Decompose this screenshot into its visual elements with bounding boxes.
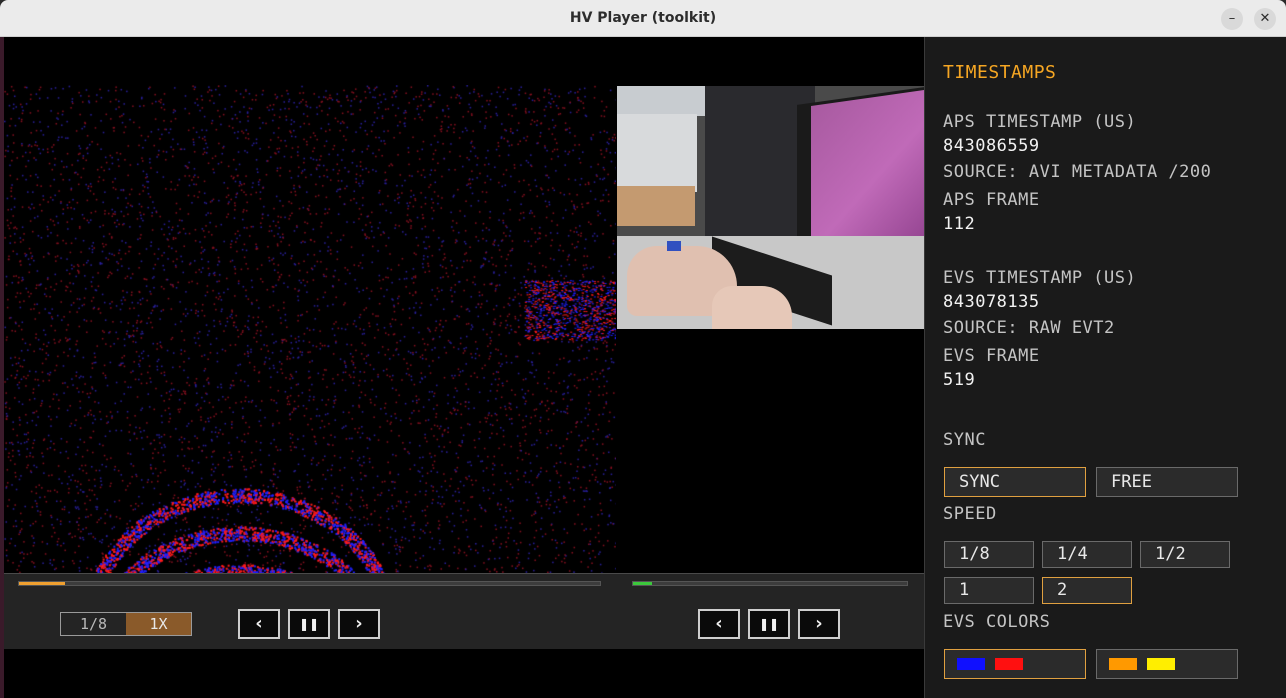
- evs-colors-heading: EVS COLORS: [943, 612, 1051, 632]
- chevron-right-icon: ›: [355, 613, 363, 634]
- bottom-spacer: [4, 649, 924, 698]
- playback-controls: 1/8 1X ‹ ❚❚ › ‹ ❚❚ ›: [4, 573, 924, 649]
- evs-next-frame-button[interactable]: ›: [798, 609, 840, 639]
- window-title: HV Player (toolkit): [569, 10, 717, 26]
- evs-progress-bar[interactable]: [632, 581, 908, 586]
- chevron-right-icon: ›: [815, 613, 823, 634]
- video-area: [4, 37, 924, 573]
- chevron-left-icon: ‹: [255, 613, 263, 634]
- info-panel: TIMESTAMPS APS TIMESTAMP (US) 843086559 …: [924, 37, 1286, 698]
- evs-progress-fill: [633, 582, 653, 585]
- aps-camera-view: [617, 86, 924, 329]
- pause-icon: ❚❚: [298, 617, 320, 631]
- aps-source: SOURCE: AVI METADATA /200: [943, 162, 1212, 182]
- aps-frame-value: 112: [943, 214, 976, 234]
- blue-swatch: [957, 658, 985, 670]
- free-button[interactable]: FREE: [1096, 467, 1238, 497]
- minimize-icon[interactable]: –: [1221, 8, 1243, 30]
- pause-icon: ❚❚: [758, 617, 780, 631]
- speed-option-eighth[interactable]: 1/8: [61, 613, 126, 635]
- speed-button-1-4[interactable]: 1/4: [1042, 541, 1132, 568]
- color-scheme-orange-yellow[interactable]: [1096, 649, 1238, 679]
- evs-prev-frame-button[interactable]: ‹: [698, 609, 740, 639]
- aps-prev-frame-button[interactable]: ‹: [238, 609, 280, 639]
- speed-button-1-8[interactable]: 1/8: [944, 541, 1034, 568]
- speed-button-1-2[interactable]: 1/2: [1140, 541, 1230, 568]
- aps-timestamp-label: APS TIMESTAMP (US): [943, 112, 1137, 132]
- speed-button-1[interactable]: 1: [944, 577, 1034, 604]
- aps-progress-bar[interactable]: [18, 581, 601, 586]
- evs-pause-button[interactable]: ❚❚: [748, 609, 790, 639]
- aps-frame-label: APS FRAME: [943, 190, 1040, 210]
- evs-frame-value: 519: [943, 370, 976, 390]
- speed-heading: SPEED: [943, 504, 997, 524]
- sync-heading: SYNC: [943, 430, 986, 450]
- chevron-left-icon: ‹: [715, 613, 723, 634]
- color-scheme-blue-red[interactable]: [944, 649, 1086, 679]
- aps-timestamp-value: 843086559: [943, 136, 1040, 156]
- close-icon[interactable]: ✕: [1254, 8, 1276, 30]
- timestamps-heading: TIMESTAMPS: [943, 62, 1057, 83]
- orange-swatch: [1109, 658, 1137, 670]
- sync-button[interactable]: SYNC: [944, 467, 1086, 497]
- aps-progress-fill: [19, 582, 66, 585]
- speed-option-1x[interactable]: 1X: [126, 613, 191, 635]
- evs-frame-label: EVS FRAME: [943, 346, 1040, 366]
- yellow-swatch: [1147, 658, 1175, 670]
- evs-timestamp-label: EVS TIMESTAMP (US): [943, 268, 1137, 288]
- playback-speed-selector[interactable]: 1/8 1X: [60, 612, 192, 636]
- red-swatch: [995, 658, 1023, 670]
- speed-button-2[interactable]: 2: [1042, 577, 1132, 604]
- evs-event-view: [4, 85, 616, 573]
- aps-pause-button[interactable]: ❚❚: [288, 609, 330, 639]
- evs-source: SOURCE: RAW EVT2: [943, 318, 1115, 338]
- title-bar[interactable]: HV Player (toolkit) – ✕: [0, 0, 1286, 37]
- evs-timestamp-value: 843078135: [943, 292, 1040, 312]
- aps-next-frame-button[interactable]: ›: [338, 609, 380, 639]
